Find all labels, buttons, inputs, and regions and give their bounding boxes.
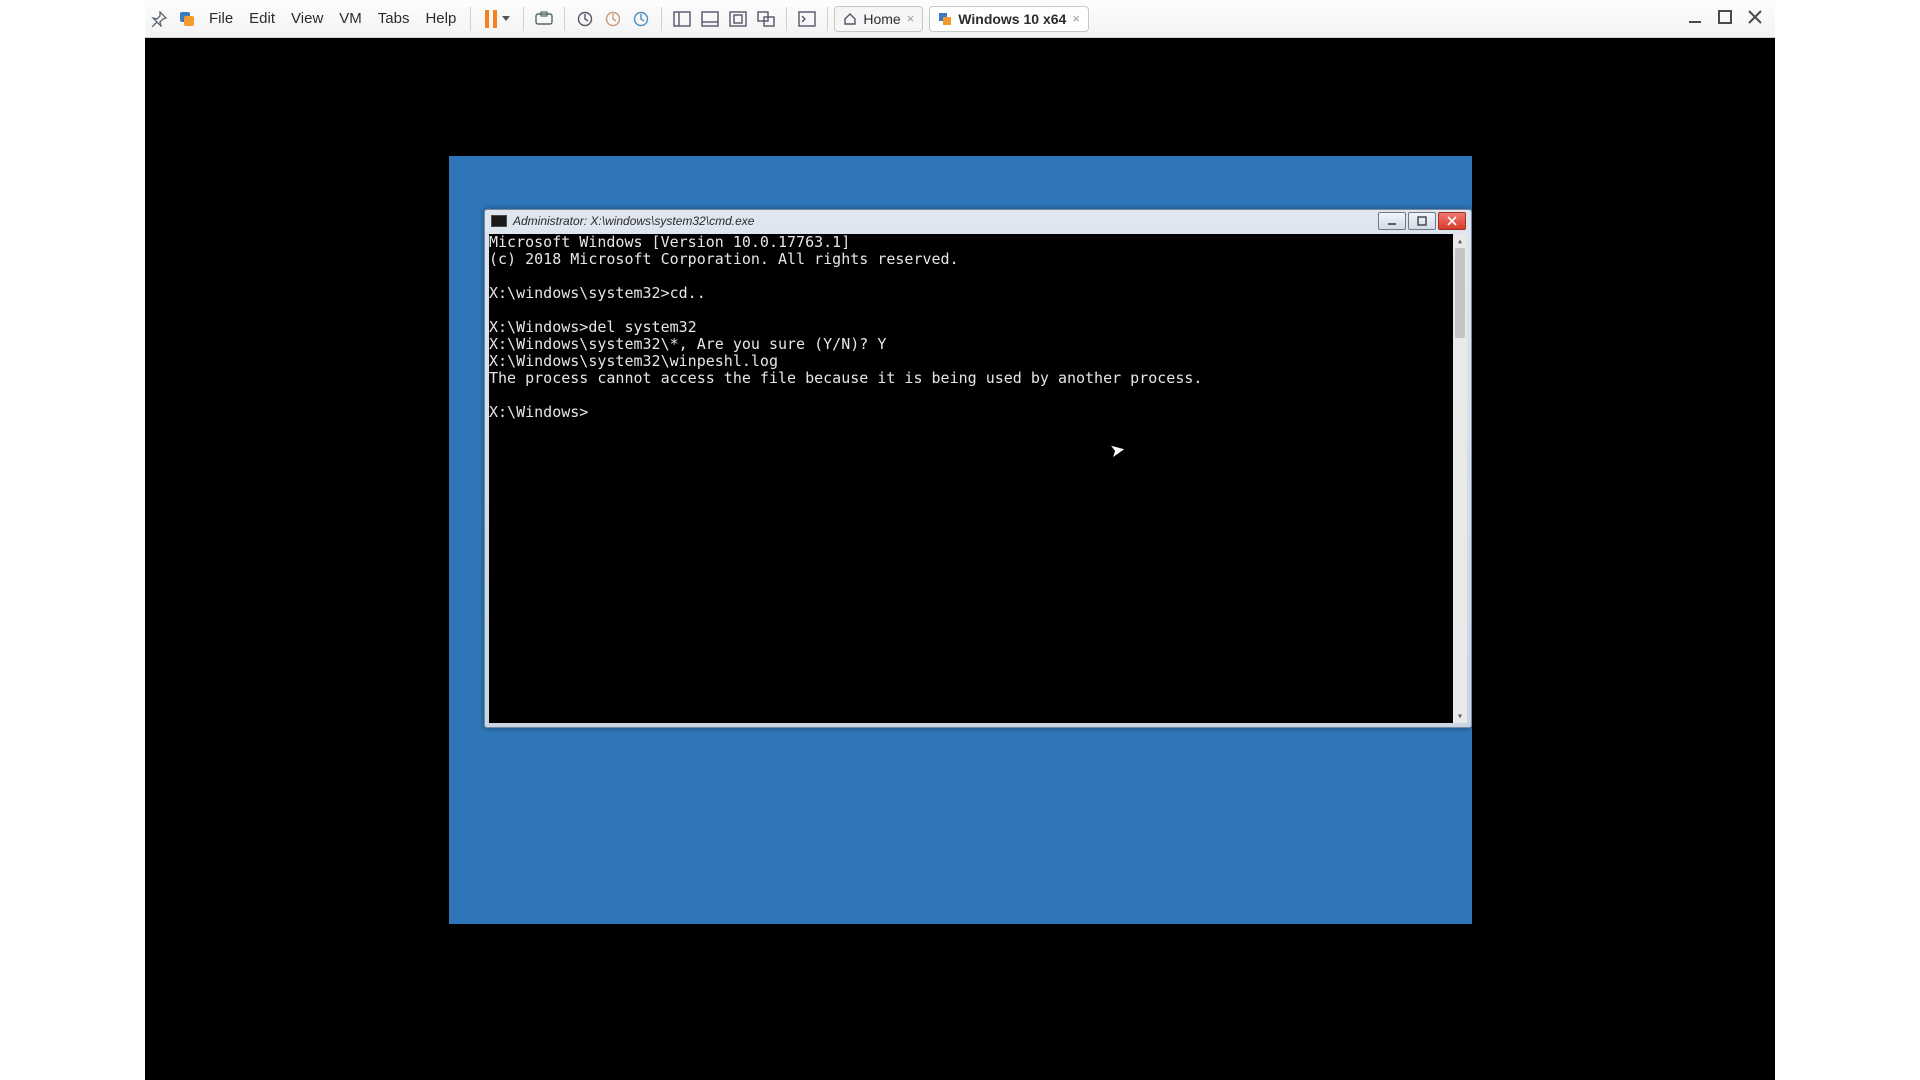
scroll-down-icon[interactable]: ▾ bbox=[1453, 709, 1467, 723]
layout-single-icon[interactable] bbox=[668, 0, 696, 38]
separator bbox=[661, 7, 662, 31]
menu-label: View bbox=[291, 10, 323, 27]
menu-help[interactable]: Help bbox=[417, 0, 464, 38]
close-icon[interactable]: × bbox=[1072, 11, 1080, 26]
vmware-toolbar: File Edit View VM Tabs Help bbox=[145, 0, 1775, 38]
pause-button[interactable] bbox=[477, 0, 517, 38]
root: File Edit View VM Tabs Help bbox=[0, 0, 1920, 1080]
cmd-client-area[interactable]: Microsoft Windows [Version 10.0.17763.1]… bbox=[489, 234, 1467, 723]
minimize-button[interactable] bbox=[1378, 212, 1406, 230]
home-icon bbox=[843, 12, 857, 26]
tab-label: Home bbox=[863, 11, 900, 27]
pause-icon bbox=[485, 10, 497, 28]
separator bbox=[564, 7, 565, 31]
separator bbox=[827, 7, 828, 31]
close-icon[interactable]: × bbox=[907, 11, 915, 26]
snapshot-manager-icon[interactable] bbox=[627, 0, 655, 38]
scroll-thumb[interactable] bbox=[1455, 248, 1465, 338]
fullscreen-icon[interactable] bbox=[724, 0, 752, 38]
scroll-up-icon[interactable]: ▴ bbox=[1453, 234, 1467, 248]
menu-vm[interactable]: VM bbox=[331, 0, 370, 38]
console-view-icon[interactable] bbox=[793, 0, 821, 38]
vm-icon bbox=[938, 12, 952, 26]
separator bbox=[470, 7, 471, 31]
tab-windows10[interactable]: Windows 10 x64 × bbox=[929, 6, 1089, 32]
separator bbox=[523, 7, 524, 31]
menu-tabs[interactable]: Tabs bbox=[370, 0, 418, 38]
cmd-output: Microsoft Windows [Version 10.0.17763.1]… bbox=[489, 234, 1453, 421]
maximize-button[interactable] bbox=[1408, 212, 1436, 230]
menu-label: Help bbox=[425, 10, 456, 27]
close-icon[interactable] bbox=[1745, 7, 1765, 31]
host-window-controls bbox=[1685, 7, 1775, 31]
separator bbox=[786, 7, 787, 31]
menu-view[interactable]: View bbox=[283, 0, 331, 38]
menu-label: VM bbox=[339, 10, 362, 27]
scroll-track[interactable] bbox=[1453, 248, 1467, 709]
minimize-icon[interactable] bbox=[1685, 7, 1705, 31]
pin-icon[interactable] bbox=[145, 0, 173, 38]
snapshot-take-icon[interactable] bbox=[571, 0, 599, 38]
menu-edit[interactable]: Edit bbox=[241, 0, 283, 38]
vmware-logo-icon[interactable] bbox=[173, 0, 201, 38]
unity-icon[interactable] bbox=[752, 0, 780, 38]
cmd-title: Administrator: X:\windows\system32\cmd.e… bbox=[513, 214, 754, 228]
send-ctrl-alt-del-icon[interactable] bbox=[530, 0, 558, 38]
snapshot-revert-icon[interactable] bbox=[599, 0, 627, 38]
close-button[interactable] bbox=[1438, 212, 1466, 230]
menu-label: File bbox=[209, 10, 233, 27]
tab-label: Windows 10 x64 bbox=[958, 11, 1066, 27]
menu-file[interactable]: File bbox=[201, 0, 241, 38]
tab-home[interactable]: Home × bbox=[834, 6, 923, 32]
menu-label: Edit bbox=[249, 10, 275, 27]
chevron-down-icon bbox=[502, 16, 510, 21]
layout-thumb-icon[interactable] bbox=[696, 0, 724, 38]
cmd-app-icon bbox=[491, 215, 507, 227]
cmd-window[interactable]: Administrator: X:\windows\system32\cmd.e… bbox=[484, 209, 1472, 728]
menu-label: Tabs bbox=[378, 10, 410, 27]
cmd-scrollbar[interactable]: ▴ ▾ bbox=[1453, 234, 1467, 723]
cmd-titlebar[interactable]: Administrator: X:\windows\system32\cmd.e… bbox=[485, 210, 1471, 232]
maximize-icon[interactable] bbox=[1715, 7, 1735, 31]
